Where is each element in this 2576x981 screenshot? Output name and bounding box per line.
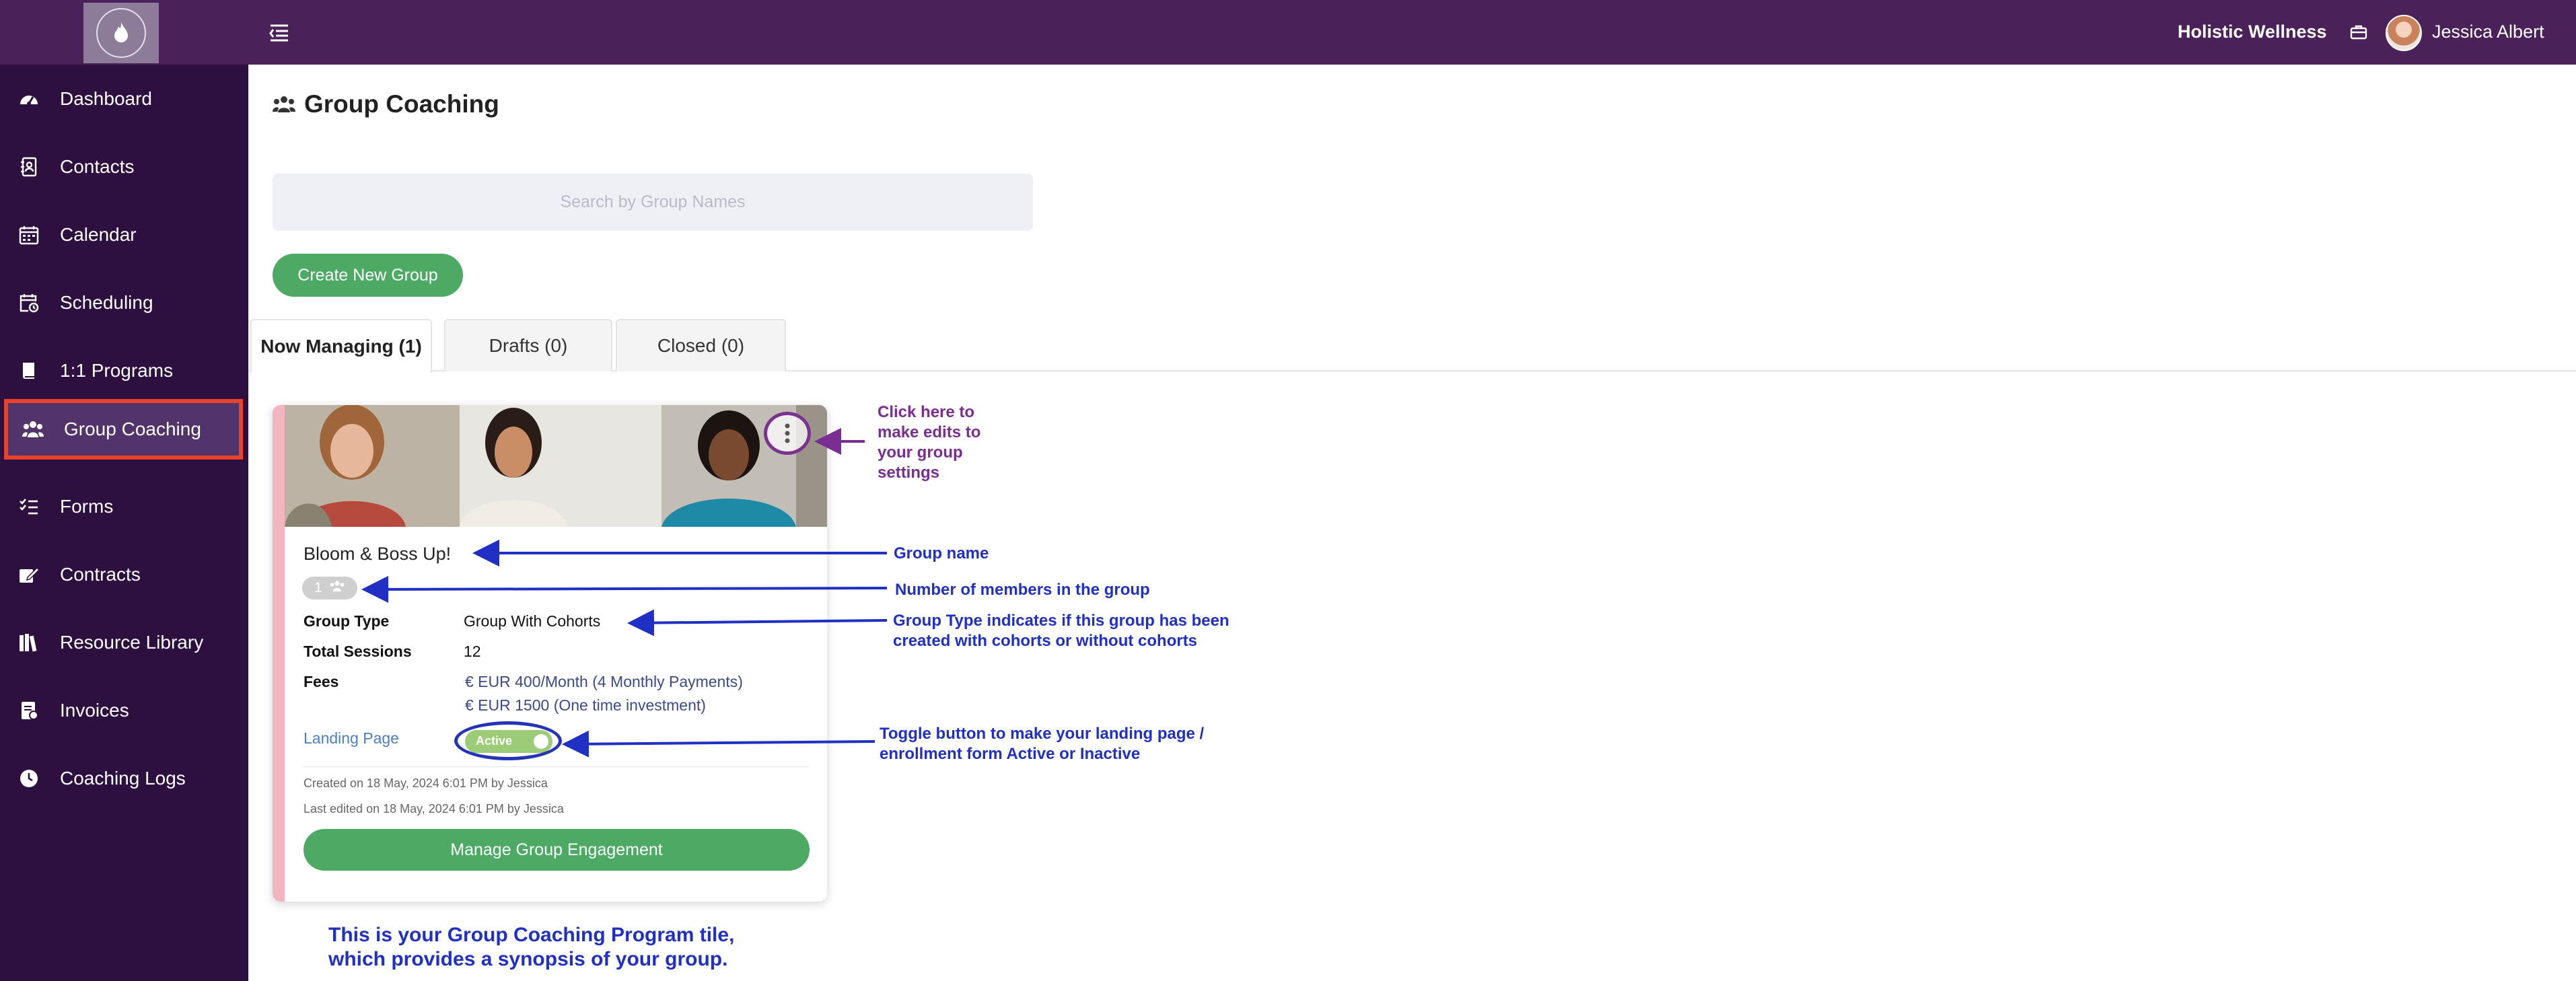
avatar[interactable] xyxy=(2386,15,2422,51)
annotation-line: created with cohorts or without cohorts xyxy=(893,632,1198,650)
annotation-line: Click here to xyxy=(878,403,975,421)
contact-book-icon xyxy=(17,155,40,178)
book-icon xyxy=(17,359,40,382)
group-type-value: Group With Cohorts xyxy=(464,612,601,630)
total-sessions-label: Total Sessions xyxy=(303,643,412,660)
sidebar-item-resource-library[interactable]: Resource Library xyxy=(0,612,248,673)
edited-info: Last edited on 18 May, 2024 6:01 PM by J… xyxy=(303,802,564,815)
checklist-icon xyxy=(17,495,40,518)
group-name: Bloom & Boss Up! xyxy=(303,544,452,564)
annotation-line: which provides a synopsis of your group. xyxy=(328,948,728,970)
annotation-group-name: Group name xyxy=(894,544,989,562)
sidebar-item-invoices[interactable]: Invoices xyxy=(0,680,248,741)
sidebar-item-contracts[interactable]: Contracts xyxy=(0,544,248,605)
sidebar-item-group-coaching[interactable]: Group Coaching xyxy=(4,399,243,460)
sidebar-item-1-1-programs[interactable]: 1:1 Programs xyxy=(0,340,248,401)
create-new-group-button[interactable]: Create New Group xyxy=(273,254,463,297)
people-icon xyxy=(329,580,345,596)
sidebar-item-label: Coaching Logs xyxy=(60,768,186,789)
clock-icon xyxy=(17,767,40,790)
briefcase-icon[interactable] xyxy=(2350,24,2367,40)
search-input[interactable] xyxy=(273,174,1033,231)
sidebar-item-calendar[interactable]: Calendar xyxy=(0,205,248,265)
tab-now-managing[interactable]: Now Managing (1) xyxy=(250,319,432,373)
annotation-edit-settings: Click here to make edits to your group s… xyxy=(878,402,980,483)
people-icon xyxy=(22,418,44,441)
sidebar-item-label: Contacts xyxy=(60,156,135,177)
brand-logo[interactable] xyxy=(83,3,159,63)
toggle-highlight-ring xyxy=(454,721,562,760)
created-info: Created on 18 May, 2024 6:01 PM by Jessi… xyxy=(303,776,548,790)
sidebar-item-label: Contracts xyxy=(60,564,141,585)
fee-one-time: € EUR 1500 (One time investment) xyxy=(465,696,706,714)
fee-monthly: € EUR 400/Month (4 Monthly Payments) xyxy=(465,673,743,690)
tab-closed[interactable]: Closed (0) xyxy=(616,319,786,371)
group-card: Bloom & Boss Up! 1 Group Type Group With… xyxy=(273,405,827,902)
sidebar: Dashboard Contacts Calendar Scheduling 1:1 P… xyxy=(0,65,248,981)
user-name[interactable]: Jessica Albert xyxy=(2432,22,2544,42)
sidebar-item-label: Forms xyxy=(60,496,114,517)
annotation-line: make edits to xyxy=(878,423,981,441)
annotation-line: your group xyxy=(878,443,963,462)
tab-drafts[interactable]: Drafts (0) xyxy=(444,319,612,371)
annotation-group-type: Group Type indicates if this group has b… xyxy=(893,611,1229,651)
annotation-toggle: Toggle button to make your landing page … xyxy=(880,724,1204,764)
flame-logo-icon xyxy=(96,8,146,58)
sidebar-item-label: Resource Library xyxy=(60,632,204,653)
member-count: 1 xyxy=(314,580,322,595)
annotation-line: Toggle button to make your landing page … xyxy=(880,725,1205,743)
calendar-icon xyxy=(17,223,40,246)
fees-label: Fees xyxy=(303,673,339,690)
sidebar-item-coaching-logs[interactable]: Coaching Logs xyxy=(0,748,248,809)
member-count-badge: 1 xyxy=(302,577,357,600)
card-divider xyxy=(303,766,810,767)
annotation-line: Group Type indicates if this group has b… xyxy=(893,612,1229,630)
pen-document-icon xyxy=(17,563,40,586)
sidebar-item-label: Group Coaching xyxy=(64,419,201,439)
menu-toggle-icon[interactable] xyxy=(268,20,292,44)
sidebar-item-dashboard[interactable]: Dashboard xyxy=(0,69,248,129)
group-cover-image xyxy=(285,405,827,527)
annotation-line: enrollment form Active or Inactive xyxy=(880,745,1141,763)
invoice-icon xyxy=(17,699,40,722)
sidebar-item-label: Scheduling xyxy=(60,292,153,313)
speedometer-icon xyxy=(17,87,40,110)
more-options-icon[interactable] xyxy=(764,412,811,455)
calendar-clock-icon xyxy=(17,291,40,314)
annotation-line: This is your Group Coaching Program tile… xyxy=(328,924,735,946)
landing-page-link[interactable]: Landing Page xyxy=(303,729,399,748)
people-icon xyxy=(273,94,295,114)
top-bar: Holistic Wellness Jessica Albert xyxy=(0,0,2576,65)
sidebar-item-scheduling[interactable]: Scheduling xyxy=(0,272,248,333)
annotation-tile: This is your Group Coaching Program tile… xyxy=(328,923,840,972)
sidebar-item-label: Dashboard xyxy=(60,88,152,109)
total-sessions-value: 12 xyxy=(464,643,481,660)
group-type-label: Group Type xyxy=(303,612,390,630)
sidebar-item-label: Invoices xyxy=(60,700,129,721)
library-books-icon xyxy=(17,631,40,654)
sidebar-item-label: 1:1 Programs xyxy=(60,360,174,381)
annotation-members: Number of members in the group xyxy=(895,581,1150,599)
annotation-line: settings xyxy=(878,464,940,482)
card-status-stripe xyxy=(273,405,285,902)
page-title: Group Coaching xyxy=(304,90,499,118)
sidebar-item-label: Calendar xyxy=(60,224,137,245)
manage-group-engagement-button[interactable]: Manage Group Engagement xyxy=(303,829,810,871)
business-name[interactable]: Holistic Wellness xyxy=(2178,22,2327,42)
sidebar-item-forms[interactable]: Forms xyxy=(0,476,248,537)
sidebar-item-contacts[interactable]: Contacts xyxy=(0,137,248,197)
